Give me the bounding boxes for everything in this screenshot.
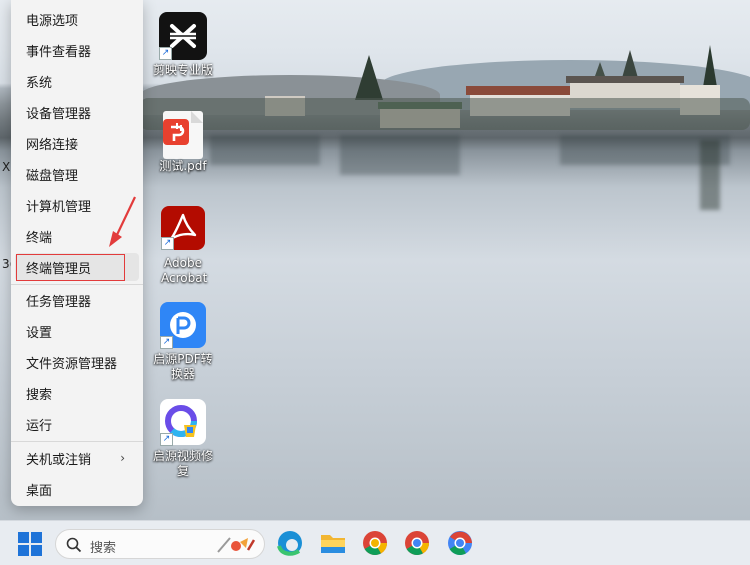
chrome-icon[interactable]: [404, 530, 430, 556]
wallpaper-roof: [466, 86, 574, 95]
wallpaper-reflection: [210, 135, 320, 165]
menu-item-power-options[interactable]: 电源选项: [15, 5, 139, 33]
menu-item-run[interactable]: 运行: [15, 410, 139, 438]
winx-context-menu: 电源选项 事件查看器 系统 设备管理器 网络连接 磁盘管理 计算机管理 终端 终…: [11, 0, 143, 506]
pdf-file-icon: [163, 111, 203, 159]
menu-item-search[interactable]: 搜索: [15, 379, 139, 407]
menu-separator: [11, 284, 143, 285]
search-highlight-icon: [217, 537, 256, 553]
desktop-icon-test-pdf[interactable]: 测试.pdf: [148, 111, 218, 175]
edge-icon[interactable]: [277, 530, 303, 556]
menu-item-file-explorer[interactable]: 文件资源管理器: [15, 348, 139, 376]
desktop-icon-adobe-acrobat[interactable]: ↗ Adobe Acrobat: [148, 206, 218, 288]
menu-item-task-manager[interactable]: 任务管理器: [15, 286, 139, 314]
wallpaper-tree: [355, 55, 383, 100]
desktop-icon-label: 启源PDF转换器: [153, 352, 213, 381]
taskbar-search-box[interactable]: 搜索: [55, 529, 265, 559]
edge-text-fragment: X: [2, 160, 11, 174]
annotation-arrow-icon: [109, 196, 136, 247]
search-placeholder: 搜索: [90, 541, 117, 556]
menu-item-disk-management[interactable]: 磁盘管理: [15, 160, 139, 188]
menu-item-system[interactable]: 系统: [15, 67, 139, 95]
menu-item-label: 关机或注销: [26, 452, 92, 468]
desktop-icon-label: 测试.pdf: [159, 159, 207, 173]
windows-start-icon[interactable]: [18, 532, 42, 556]
menu-item-event-viewer[interactable]: 事件查看器: [15, 36, 139, 64]
desktop-icon-pdf-converter[interactable]: ↗ 启源PDF转换器: [148, 302, 218, 386]
menu-item-device-manager[interactable]: 设备管理器: [15, 98, 139, 126]
wallpaper-treeline: [140, 98, 750, 130]
desktop-icon-capcut[interactable]: ↗ 剪映专业版: [148, 12, 218, 82]
menu-item-settings[interactable]: 设置: [15, 317, 139, 345]
file-explorer-icon[interactable]: [320, 530, 346, 556]
search-icon: [66, 537, 82, 553]
chevron-right-icon: ›: [120, 451, 125, 465]
menu-separator: [11, 441, 143, 442]
desktop-icon-label: 剪映专业版: [152, 63, 213, 77]
google-chrome-icon[interactable]: [447, 530, 473, 556]
menu-item-network-connections[interactable]: 网络连接: [15, 129, 139, 157]
shortcut-arrow-icon: ↗: [159, 47, 172, 60]
shortcut-arrow-icon: ↗: [160, 336, 173, 349]
highlight-box: [16, 254, 125, 281]
menu-item-desktop[interactable]: 桌面: [15, 475, 139, 503]
taskbar: 搜索: [0, 520, 750, 565]
desktop-icon-label: Adobe Acrobat: [161, 256, 208, 285]
wallpaper-roof: [566, 76, 684, 83]
desktop-icon-video-repair[interactable]: ↗ 启源视频修复: [148, 399, 218, 478]
chrome-variant-icon[interactable]: [362, 530, 388, 556]
menu-item-shutdown-signout[interactable]: 关机或注销 ›: [15, 444, 139, 472]
wallpaper-reflection: [700, 140, 720, 210]
desktop-icon-label: 启源视频修复: [152, 449, 213, 478]
shortcut-arrow-icon: ↗: [160, 433, 173, 446]
shortcut-arrow-icon: ↗: [161, 237, 174, 250]
wallpaper-reflection: [340, 135, 460, 175]
